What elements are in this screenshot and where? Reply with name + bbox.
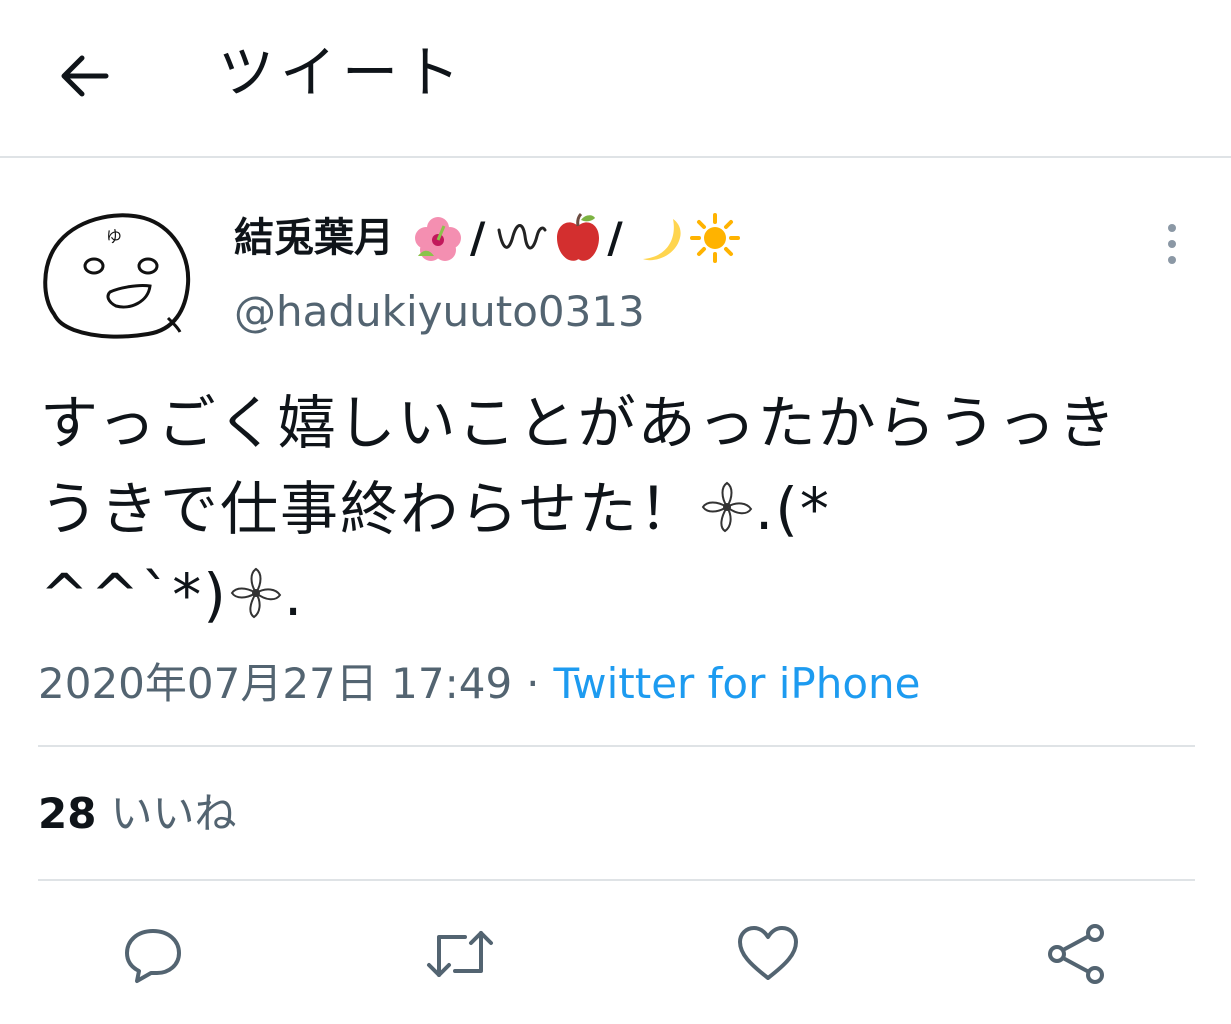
divider [38,745,1195,747]
like-icon [738,926,798,980]
meta-separator: · [526,659,540,708]
tweet-text-emoticon-end: ^^`*) [40,561,228,629]
author-handle[interactable]: @hadukiyuuto0313 [234,284,645,340]
tweet-text-main: すっごく嬉しいことがあったからうっきうきで仕事終わらせた！ [40,389,1118,543]
author-name-row[interactable]: 結兎葉月 / / [234,210,741,266]
tweet-meta: 2020年07月27日 17:49 · Twitter for iPhone [38,654,921,714]
likes-label: いいね [110,789,237,838]
apple-icon [555,212,601,264]
name-slash-2: / [607,213,623,262]
top-navigation-bar: ツイート [0,0,1231,158]
tweet-text: すっごく嬉しいことがあったからうっきうきで仕事終わらせた！ .(* ^^`*). [40,380,1150,638]
sakura-outline-icon [701,481,753,533]
name-slash: / [470,213,486,262]
arrow-left-icon [61,55,109,97]
more-vertical-icon [1168,224,1176,264]
tweet-text-trailing-dot: . [283,561,305,629]
smiley-doodle-avatar: ゆ [43,213,191,339]
likes-count: 28 [38,789,97,838]
like-button[interactable] [732,918,804,990]
divider-2 [38,879,1195,881]
tweet-text-emoticon-start: .(* [754,475,831,543]
wavy-line-icon [495,218,547,258]
page-title: ツイート [218,41,466,106]
reply-button[interactable] [118,918,190,990]
share-button[interactable] [1040,918,1112,990]
sakura-outline-icon-2 [230,567,282,619]
hibiscus-icon [412,212,464,264]
share-icon [1048,924,1104,984]
avatar[interactable]: ゆ [40,206,192,340]
reply-icon [125,929,181,983]
retweet-icon [427,931,493,977]
author-display-name: 結兎葉月 [234,215,394,261]
svg-text:ゆ: ゆ [106,227,122,246]
sun-icon [689,212,741,264]
back-button[interactable] [52,44,116,108]
retweet-button[interactable] [424,918,496,990]
more-options-button[interactable] [1150,216,1194,272]
likes-summary[interactable]: 28 いいね [38,784,236,844]
crescent-moon-icon [633,213,683,263]
tweet-source-link[interactable]: Twitter for iPhone [554,659,921,708]
tweet-timestamp[interactable]: 2020年07月27日 17:49 [38,659,512,708]
